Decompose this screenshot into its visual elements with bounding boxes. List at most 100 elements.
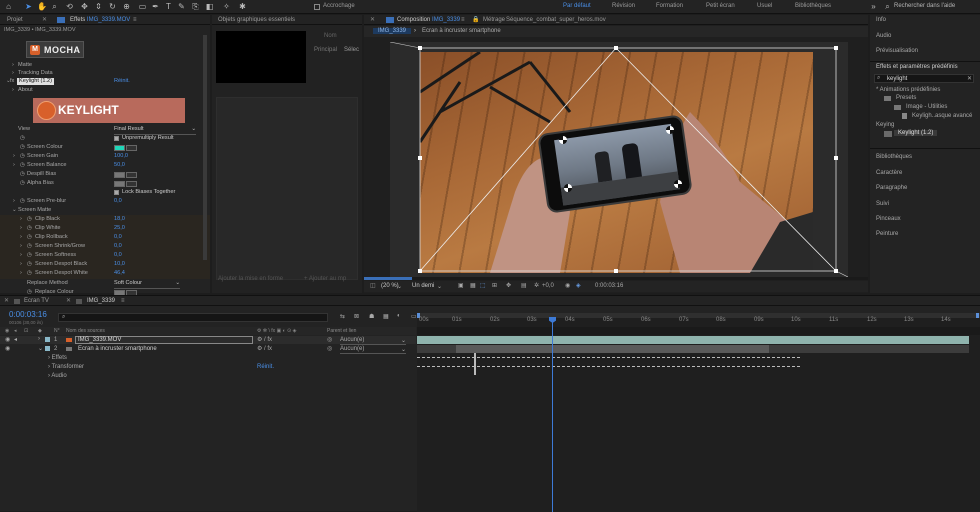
workspace-standard[interactable]: Usuel	[757, 3, 772, 9]
preview-panel-tab[interactable]: Prévisualisation	[876, 48, 918, 54]
stopwatch-icon[interactable]: ◷	[27, 233, 32, 242]
stopwatch-icon[interactable]: ◷	[27, 215, 32, 224]
tree-animation-presets[interactable]: * Animations prédéfinies	[876, 87, 940, 93]
transform-handle[interactable]	[834, 269, 838, 273]
orbit-tool-icon[interactable]: ⟲	[65, 2, 74, 11]
anchor-tool-icon[interactable]: ⊕	[122, 2, 131, 11]
shy-layers-icon[interactable]: ☗	[369, 313, 374, 320]
close-icon[interactable]: ✕	[4, 296, 9, 306]
effects-lock-icon[interactable]	[57, 17, 65, 23]
shrink-grow-value[interactable]: 0,0	[114, 242, 122, 251]
layer-bounding-box[interactable]	[390, 42, 848, 278]
transform-handle[interactable]	[418, 156, 422, 160]
composition-tab[interactable]: Composition IMG_3339	[397, 15, 460, 25]
views-layout-icon[interactable]: ▤	[521, 282, 527, 289]
screen-gain-value[interactable]: 100,0	[114, 152, 128, 161]
playhead-handle[interactable]	[549, 317, 556, 323]
screen-colour-swatch[interactable]	[114, 144, 125, 151]
search-help-icon[interactable]: ⌕	[883, 2, 892, 11]
eye-icon[interactable]: ◉	[5, 336, 10, 343]
stopwatch-icon[interactable]: ◷	[20, 170, 25, 179]
tree-presets[interactable]: Presets	[896, 95, 916, 101]
motion-blur-icon[interactable]: ◐	[397, 313, 401, 319]
viewer-timecode[interactable]: 0:00:03:16	[595, 283, 623, 289]
audio-panel-tab[interactable]: Audio	[876, 33, 891, 39]
transform-reset-link[interactable]: Réinit.	[257, 364, 274, 370]
keyframe-marker[interactable]	[474, 353, 476, 375]
zoom-tool-icon[interactable]: ⌕	[50, 2, 59, 11]
despot-black-value[interactable]: 10,0	[114, 260, 125, 269]
tree-image-utilities[interactable]: Image - Utilities	[906, 104, 947, 110]
layer-name[interactable]: Ecran à incruster smartphone	[78, 346, 157, 352]
composition-lock-icon[interactable]	[386, 17, 394, 23]
region-of-interest-icon[interactable]: ▣	[458, 282, 464, 289]
panel-menu-icon[interactable]: ≡	[461, 15, 465, 25]
unpremultiply-checkbox[interactable]	[114, 136, 119, 141]
home-icon[interactable]: ⌂	[4, 2, 13, 11]
mask-visibility-icon[interactable]: ⬚	[480, 282, 486, 289]
brushes-panel-tab[interactable]: Pinceaux	[876, 216, 901, 222]
despot-white-value[interactable]: 46,4	[114, 269, 125, 278]
parent-dropdown[interactable]: Aucun(e) ⌄	[340, 337, 406, 345]
sub-audio[interactable]: › Audio	[48, 373, 67, 379]
search-help-input[interactable]: Rechercher dans l'aide	[894, 3, 955, 9]
despill-bias-swatch[interactable]	[114, 171, 125, 178]
label-color-swatch[interactable]	[45, 346, 50, 351]
pan-tool-icon[interactable]: ✥	[80, 2, 89, 11]
layer-name[interactable]: IMG_3339.MOV	[75, 336, 253, 344]
dolly-tool-icon[interactable]: ⇕	[94, 2, 103, 11]
menu-overflow-icon[interactable]: »	[869, 2, 878, 11]
clip-white-value[interactable]: 25,0	[114, 224, 125, 233]
layer-row-1[interactable]: ◉ ◂ › 1 IMG_3339.MOV ⚙ / fx ◎ Aucun(e) ⌄	[0, 336, 416, 345]
clear-search-icon[interactable]: ✕	[967, 75, 972, 82]
paragraph-panel-tab[interactable]: Paragraphe	[876, 185, 907, 191]
timeline-tab-tv[interactable]: Ecran TV	[24, 296, 49, 306]
tracker-panel-tab[interactable]: Suivi	[876, 201, 889, 207]
transparency-grid-icon[interactable]: ▦	[470, 282, 476, 289]
eyedropper-icon[interactable]	[126, 144, 137, 151]
timeline-timecode[interactable]: 0:00:03:16	[9, 310, 47, 319]
comp-tab-img[interactable]: IMG_3339	[373, 28, 412, 34]
comp-flowchart-icon[interactable]: ⇆	[340, 313, 345, 320]
screen-balance-value[interactable]: 50,0	[114, 161, 125, 170]
work-area-bar[interactable]	[417, 313, 980, 318]
footage-tab[interactable]: Métrage	[483, 15, 505, 25]
rectangle-tool-icon[interactable]: ▭	[138, 2, 147, 11]
show-channel-icon[interactable]: ◈	[576, 282, 581, 289]
stopwatch-icon[interactable]: ◷	[20, 179, 25, 188]
softness-value[interactable]: 0,0	[114, 251, 122, 260]
resolution-dropdown[interactable]: Un demi	[412, 283, 434, 289]
text-tool-icon[interactable]: T	[164, 2, 173, 11]
hand-tool-icon[interactable]: ✋	[37, 2, 47, 11]
info-panel-tab[interactable]: Info	[876, 17, 886, 23]
replace-method-dropdown[interactable]: Soft Colour ⌄	[114, 279, 180, 289]
project-tab[interactable]: Projet	[7, 15, 23, 25]
close-icon[interactable]: ✕	[42, 15, 47, 25]
stopwatch-icon[interactable]: ◷	[27, 251, 32, 260]
lock-biases-checkbox[interactable]	[114, 190, 119, 195]
frame-blending-icon[interactable]: ▦	[383, 313, 389, 320]
stopwatch-icon[interactable]: ◷	[27, 260, 32, 269]
selection-tool-icon[interactable]: ➤	[24, 2, 33, 11]
label-color-swatch[interactable]	[45, 337, 50, 342]
stopwatch-icon[interactable]: ◷	[27, 242, 32, 251]
panel-menu-icon[interactable]: ≡	[133, 15, 137, 25]
graph-editor-icon[interactable]: ▭	[411, 313, 417, 320]
paint-panel-tab[interactable]: Peinture	[876, 231, 898, 237]
workspace-small-screen[interactable]: Petit écran	[706, 3, 735, 9]
essential-graphics-title[interactable]: Objets graphiques essentiels	[218, 15, 295, 25]
draft-3d-icon[interactable]: ⊠	[354, 313, 359, 320]
work-area-end[interactable]	[976, 313, 979, 318]
clip-rollback-value[interactable]: 0,0	[114, 233, 122, 242]
stopwatch-icon[interactable]: ◷	[27, 224, 32, 233]
layer-bar-1[interactable]	[417, 336, 969, 344]
layer-row-2[interactable]: ◉ ⌄ 2 Ecran à incruster smartphone ⚙ / f…	[0, 345, 416, 354]
transform-handle[interactable]	[834, 156, 838, 160]
stopwatch-icon[interactable]: ◷	[27, 269, 32, 278]
add-formatting-label[interactable]: Ajouter la mise en forme	[218, 276, 283, 282]
workspace-training[interactable]: Formation	[656, 3, 683, 9]
exposure-value[interactable]: +0,0	[542, 283, 554, 289]
layer-switches-icon[interactable]: ⚙ / fx	[257, 345, 272, 352]
lock-icon[interactable]: 🔒	[472, 15, 479, 25]
workspace-libraries[interactable]: Bibliothèques	[795, 3, 831, 9]
